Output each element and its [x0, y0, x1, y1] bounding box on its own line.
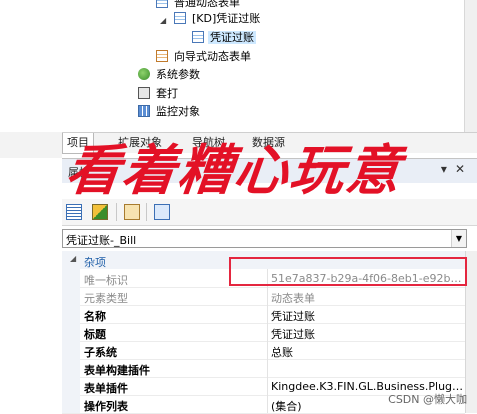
- wizard-form-icon: [156, 50, 168, 62]
- property-row-element-type[interactable]: 元素类型 动态表单: [62, 287, 465, 306]
- property-row-form-build-plugin[interactable]: 表单构建插件: [62, 359, 465, 378]
- parameter-icon: [138, 68, 150, 80]
- form-icon: [192, 31, 204, 43]
- tree-node-normal-form[interactable]: 普通动态表单: [156, 0, 242, 11]
- property-row-title[interactable]: 标题 凭证过账: [62, 323, 465, 342]
- edit-properties-button[interactable]: [124, 204, 140, 220]
- chevron-down-icon[interactable]: ▼: [451, 230, 466, 247]
- form-icon: [174, 12, 186, 24]
- categorized-view-button[interactable]: [66, 204, 82, 220]
- watermark: CSDN @懒大咖: [388, 393, 467, 406]
- collapse-arrow-icon[interactable]: ◢: [160, 16, 166, 25]
- left-panel-strip: [0, 132, 62, 158]
- tree-node-kd-voucher-posting[interactable]: [KD]凭证过账: [174, 11, 262, 27]
- toolbar-divider: [116, 203, 117, 221]
- property-row-name[interactable]: 名称 凭证过账: [62, 305, 465, 324]
- tree-scrollbar[interactable]: [464, 0, 477, 132]
- overlay-caption: 看着糟心玩意: [62, 139, 406, 202]
- project-tree: 普通动态表单 ◢ [KD]凭证过账 凭证过账 向导式动态表单 系统参数 套打 监…: [0, 0, 477, 132]
- toolbar-divider: [146, 203, 147, 221]
- alphabetical-sort-button[interactable]: [92, 204, 108, 220]
- form-icon: [156, 0, 168, 8]
- property-row-subsystem[interactable]: 子系统 总账: [62, 341, 465, 360]
- tree-node-print-template[interactable]: 套打: [138, 86, 180, 102]
- tree-node-system-parameters[interactable]: 系统参数: [138, 67, 202, 83]
- property-pages-button[interactable]: [154, 204, 170, 220]
- collapse-icon[interactable]: ◢: [70, 254, 76, 263]
- tree-node-wizard-form[interactable]: 向导式动态表单: [156, 49, 253, 65]
- monitor-object-icon: [138, 105, 150, 117]
- object-selector[interactable]: 凭证过账-_Bill ▼: [62, 229, 467, 248]
- print-template-icon: [138, 87, 150, 99]
- tree-node-voucher-posting[interactable]: 凭证过账: [192, 30, 256, 46]
- tree-node-monitor-object[interactable]: 监控对象: [138, 104, 202, 120]
- highlight-box: [229, 257, 467, 286]
